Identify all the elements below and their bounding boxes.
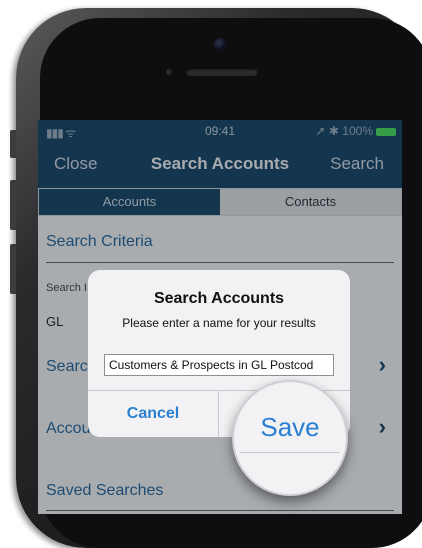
alert-button-divider: [218, 390, 219, 437]
volume-up-button: [10, 180, 16, 230]
results-name-input[interactable]: Customers & Prospects in GL Postcod: [104, 354, 334, 376]
save-button[interactable]: Save: [234, 412, 346, 443]
earpiece-speaker: [186, 68, 258, 76]
phone-screen: ▮▮▮ ᯤ 09:41 ➚ ✱ 100% Close Search Accoun…: [38, 120, 402, 514]
save-button-magnifier[interactable]: Save: [232, 380, 348, 496]
volume-down-button: [10, 244, 16, 294]
alert-message: Please enter a name for your results: [122, 316, 316, 330]
alert-divider: [240, 452, 340, 453]
front-camera-icon: [214, 38, 226, 50]
alert-title: Search Accounts: [153, 290, 285, 307]
cancel-button[interactable]: Cancel: [88, 391, 218, 437]
mute-switch: [10, 130, 16, 158]
sensor-dot: [166, 69, 172, 75]
